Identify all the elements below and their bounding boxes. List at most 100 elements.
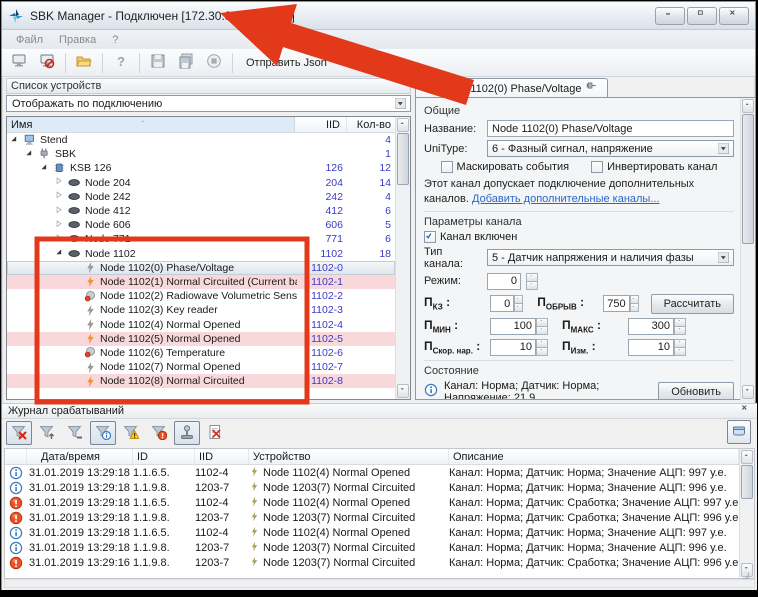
tree-row[interactable]: Node 6066065 [7,218,395,232]
scroll-up-icon[interactable] [741,450,753,464]
column-header[interactable]: IID [195,449,249,464]
mask-events-checkbox[interactable]: Маскировать события [441,161,570,173]
minimize-button[interactable] [655,7,685,25]
collapsed-expander-icon[interactable] [54,177,67,188]
scroll-up-icon[interactable] [742,99,754,113]
expanded-expander-icon[interactable] [39,163,52,174]
column-header-severity[interactable] [5,449,27,464]
tree-row[interactable]: SBK1 [7,147,395,161]
stop-button[interactable] [201,51,227,75]
properties-scrollbar[interactable] [740,98,755,400]
filter-clear-button[interactable] [6,421,32,445]
unitype-combobox[interactable]: 6 - Фазный сигнал, напряжение [487,140,734,157]
report-button[interactable] [202,421,228,445]
column-header[interactable]: Описание [449,449,739,464]
menu-item[interactable]: Файл [8,32,51,48]
title-bar[interactable]: SBK Manager - Подключен [172.30.30.121:4… [2,2,755,30]
tree-header[interactable]: Имя IID Кол-во [7,117,395,133]
tree-row[interactable]: Node 1102110218 [7,247,395,261]
scroll-down-icon[interactable] [742,385,754,399]
collapsed-expander-icon[interactable] [54,191,67,202]
maximize-button[interactable] [687,7,717,25]
invert-channel-checkbox[interactable]: Инвертировать канал [591,161,717,173]
threshold-input[interactable]: 0 [490,295,514,312]
log-row[interactable]: 31.01.2019 13:29:181.1.6.5.1102-4Node 11… [5,525,754,540]
log-row[interactable]: 31.01.2019 13:29:161.1.9.8.1203-7Node 12… [5,555,754,570]
filter-info-button[interactable] [90,421,116,445]
send-json-button[interactable]: Отправить Json [238,51,335,75]
tree-row[interactable]: Node 1102(4) Normal Opened1102-4 [7,317,395,331]
add-extra-channels-link[interactable]: Добавить дополнительные каналы... [472,193,660,205]
column-header[interactable]: ID [133,449,195,464]
log-row[interactable]: 31.01.2019 13:29:181.1.6.5.1102-4Node 11… [5,465,754,480]
tab-channel-properties[interactable]: Node 1102(0) Phase/Voltage [415,78,608,98]
scrollbar-thumb[interactable] [742,114,754,244]
save-copy-button[interactable] [173,51,199,75]
close-log-icon[interactable] [741,405,751,417]
tree-row[interactable]: Node 1102(3) Key reader1102-3 [7,303,395,317]
collapsed-expander-icon[interactable] [54,206,67,217]
pin-icon[interactable] [585,81,599,96]
column-header-iid[interactable]: IID [295,117,347,132]
mode-input[interactable]: 0 [487,273,521,290]
menu-item[interactable]: Правка [51,32,104,48]
column-header-name[interactable]: Имя [7,117,295,132]
threshold-input[interactable]: 100 [490,318,536,335]
open-button[interactable] [71,51,97,75]
name-input[interactable]: Node 1102(0) Phase/Voltage [487,120,734,137]
expanded-expander-icon[interactable] [9,135,22,146]
channel-enabled-checkbox[interactable]: Канал включен [424,231,517,243]
view-mode-combobox[interactable]: Отображать по подключению [6,95,411,112]
tree-row[interactable]: Node 1102(7) Normal Opened1102-7 [7,360,395,374]
checkbox-unchecked[interactable] [591,161,603,173]
column-header[interactable]: Дата/время [27,449,133,464]
log-row[interactable]: 31.01.2019 13:29:181.1.9.8.1203-7Node 12… [5,540,754,555]
tree-row[interactable]: Node 1102(6) Temperature1102-6 [7,346,395,360]
log-scrollbar[interactable] [739,449,754,578]
tree-row[interactable]: Node 1102(8) Normal Circuited1102-8 [7,374,395,388]
expanded-expander-icon[interactable] [24,149,37,160]
threshold-input[interactable]: 10 [490,339,536,356]
expanded-expander-icon[interactable] [54,248,67,259]
column-header[interactable]: Устройство [249,449,449,464]
disconnect-button[interactable] [34,51,60,75]
filter-raise-button[interactable] [34,421,60,445]
tree-row[interactable]: Node 1102(2) Radiowave Volumetric Sensor… [7,289,395,303]
save-button[interactable] [145,51,171,75]
tree-row[interactable]: KSB 12612612 [7,161,395,175]
log-row[interactable]: 31.01.2019 13:29:181.1.9.8.1203-7Node 12… [5,510,754,525]
resize-grip[interactable] [741,571,753,586]
log-popup-button[interactable] [727,420,751,444]
refresh-button[interactable]: Обновить [658,382,734,400]
tree-row[interactable]: Node 1102(5) Normal Opened1102-5 [7,332,395,346]
tree-row[interactable]: Node 1102(0) Phase/Voltage1102-0 [7,261,395,275]
filter-test-button[interactable] [174,421,200,445]
threshold-input[interactable]: 300 [628,318,674,335]
scroll-up-icon[interactable] [397,118,409,132]
log-row[interactable]: 31.01.2019 13:29:181.1.6.5.1102-4Node 11… [5,495,754,510]
tree-row[interactable]: Node 20420414 [7,176,395,190]
filter-warning-button[interactable] [118,421,144,445]
column-header-count[interactable]: Кол-во [347,117,395,132]
threshold-input[interactable]: 10 [628,339,674,356]
scrollbar-thumb[interactable] [397,133,409,185]
collapsed-expander-icon[interactable] [54,220,67,231]
log-table-header[interactable]: Дата/времяIDIIDУстройствоОписание [5,449,754,465]
scroll-down-icon[interactable] [397,384,409,398]
tree-row[interactable]: Stend4 [7,133,395,147]
tree-row[interactable]: Node 4124126 [7,204,395,218]
tree-row[interactable]: Node 1102(1) Normal Circuited (Current b… [7,275,395,289]
channel-type-combobox[interactable]: 5 - Датчик напряжения и наличия фазы [487,249,734,266]
filter-error-button[interactable] [146,421,172,445]
filter-lower-button[interactable] [62,421,88,445]
tree-scrollbar[interactable] [395,117,410,399]
close-button[interactable] [719,7,749,25]
log-row[interactable]: 31.01.2019 13:29:181.1.9.8.1203-7Node 12… [5,480,754,495]
checkbox-checked[interactable] [424,231,436,243]
help-button[interactable]: ? [108,51,134,75]
menu-item[interactable]: ? [104,32,126,48]
collapsed-expander-icon[interactable] [54,234,67,245]
threshold-input[interactable]: 750 [603,295,629,312]
checkbox-unchecked[interactable] [441,161,453,173]
calculate-button[interactable]: Рассчитать [651,294,734,314]
